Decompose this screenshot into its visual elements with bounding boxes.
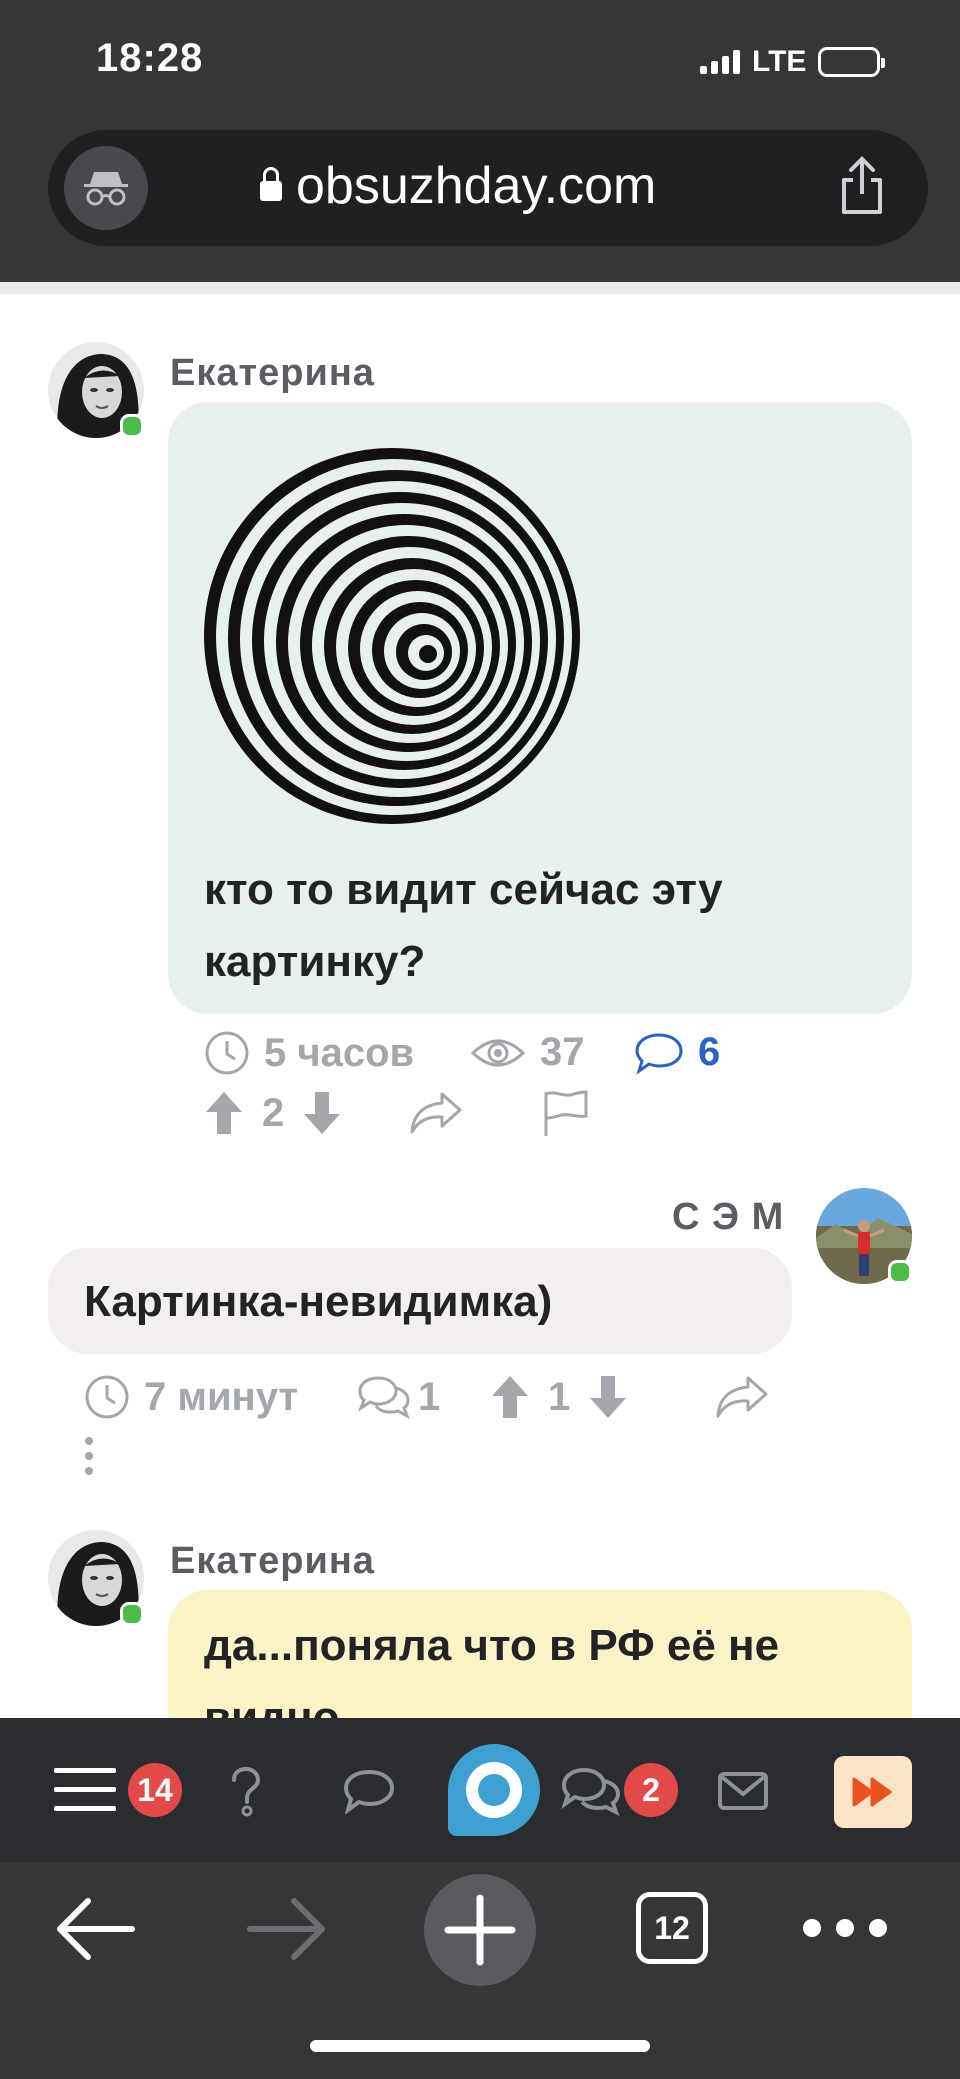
lock-icon bbox=[260, 167, 282, 201]
online-indicator bbox=[120, 414, 144, 438]
fast-forward-button[interactable] bbox=[834, 1756, 912, 1828]
new-tab-button[interactable] bbox=[424, 1874, 536, 1986]
comment-actions: 2 bbox=[204, 1088, 590, 1138]
clock-icon bbox=[85, 1375, 129, 1419]
chat-bubble-icon[interactable] bbox=[342, 1768, 396, 1815]
url-display[interactable]: obsuzhday.com bbox=[260, 156, 656, 216]
reply-arrow-icon[interactable] bbox=[714, 1374, 770, 1420]
more-menu-icon[interactable] bbox=[802, 1918, 888, 1938]
comment-meta: 7 минут bbox=[84, 1374, 298, 1420]
rating-value: 1 bbox=[548, 1374, 571, 1419]
replies-icon bbox=[357, 1376, 410, 1420]
comment-text: картинку? bbox=[204, 937, 426, 986]
plus-icon bbox=[444, 1894, 516, 1966]
online-indicator bbox=[888, 1260, 912, 1284]
reply-arrow-icon[interactable] bbox=[408, 1090, 464, 1136]
replies-count: 1 bbox=[418, 1374, 441, 1419]
battery-icon bbox=[818, 47, 886, 77]
tabs-button[interactable]: 12 bbox=[636, 1892, 708, 1964]
more-options-icon[interactable] bbox=[84, 1436, 94, 1476]
downvote-icon[interactable] bbox=[302, 1090, 342, 1136]
comments-count: 6 bbox=[698, 1030, 721, 1074]
comment-actions: 1 bbox=[490, 1374, 770, 1420]
comments-link[interactable]: 6 bbox=[634, 1030, 720, 1075]
upvote-icon[interactable] bbox=[490, 1374, 530, 1420]
page-top-divider bbox=[0, 282, 960, 294]
signal-icon bbox=[700, 50, 740, 74]
forward-icon[interactable] bbox=[246, 1896, 326, 1962]
menu-icon[interactable] bbox=[54, 1766, 116, 1814]
comment-meta: 5 часов bbox=[204, 1030, 414, 1076]
clock-icon bbox=[205, 1031, 249, 1075]
status-indicators: LTE bbox=[700, 44, 886, 80]
flag-icon[interactable] bbox=[540, 1088, 590, 1138]
chats-icon[interactable] bbox=[560, 1766, 622, 1816]
question-icon[interactable] bbox=[226, 1766, 266, 1818]
replies-counter[interactable]: 1 bbox=[356, 1374, 440, 1420]
comment-text: да...поняла что в РФ её не bbox=[204, 1621, 780, 1670]
eye-icon bbox=[470, 1039, 526, 1066]
comment-author[interactable]: Екатерина bbox=[170, 1540, 375, 1583]
comment-text: кто то видит сейчас эту bbox=[204, 865, 723, 914]
tabs-count: 12 bbox=[654, 1909, 690, 1946]
online-indicator bbox=[120, 1602, 144, 1626]
mail-icon[interactable] bbox=[718, 1772, 768, 1810]
comment-time: 5 часов bbox=[264, 1030, 415, 1075]
incognito-icon[interactable] bbox=[64, 146, 148, 230]
site-logo-icon[interactable] bbox=[446, 1742, 542, 1838]
share-icon[interactable] bbox=[838, 156, 886, 216]
status-time: 18:28 bbox=[96, 36, 204, 80]
upvote-icon[interactable] bbox=[204, 1090, 244, 1136]
chats-badge: 2 bbox=[624, 1763, 678, 1817]
comment-text: Картинка-невидимка) bbox=[84, 1277, 553, 1326]
comment-time: 7 минут bbox=[144, 1374, 299, 1419]
comment-author[interactable]: С Э М bbox=[672, 1196, 784, 1239]
back-icon[interactable] bbox=[56, 1896, 136, 1962]
downvote-icon[interactable] bbox=[588, 1374, 628, 1420]
fast-forward-icon bbox=[852, 1777, 892, 1807]
home-indicator[interactable] bbox=[310, 2040, 650, 2052]
comment-author[interactable]: Екатерина bbox=[170, 352, 375, 395]
menu-badge: 14 bbox=[128, 1763, 182, 1817]
spiral-image[interactable] bbox=[204, 444, 580, 828]
views-counter: 37 bbox=[470, 1030, 585, 1075]
url-text: obsuzhday.com bbox=[296, 157, 657, 215]
network-label: LTE bbox=[752, 45, 807, 78]
views-count: 37 bbox=[540, 1030, 585, 1074]
rating-value: 2 bbox=[262, 1090, 285, 1135]
comment-icon bbox=[635, 1032, 683, 1075]
